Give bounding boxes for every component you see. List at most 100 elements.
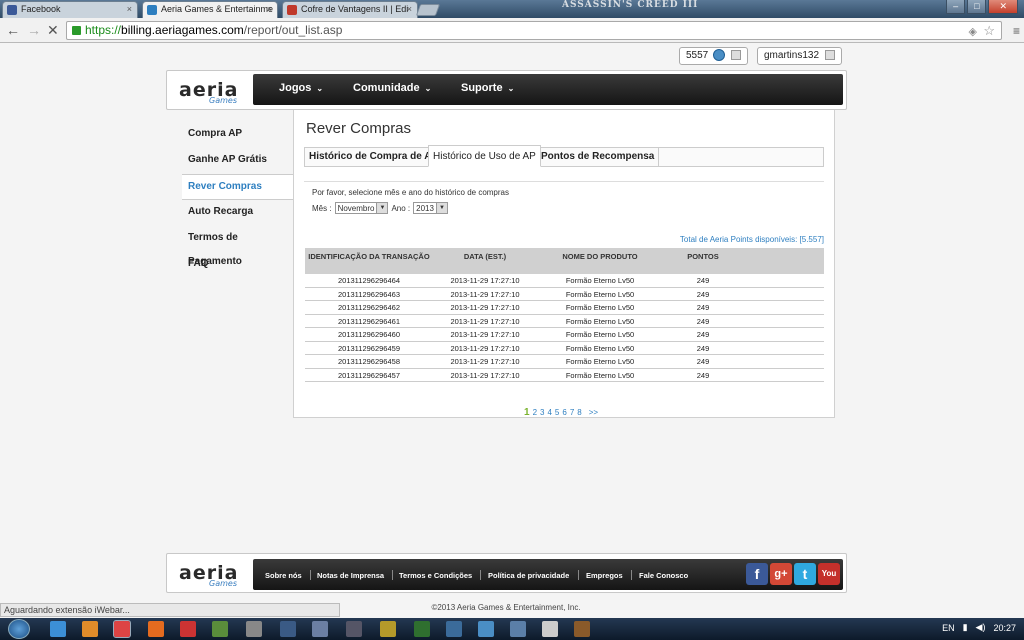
status-bar: Aguardando extensão iWebar...: [0, 603, 340, 617]
dropdown-icon[interactable]: [731, 50, 742, 61]
chevron-down-icon: ▼: [376, 203, 388, 213]
youtube-icon[interactable]: You: [818, 563, 840, 585]
facebook-icon: [7, 5, 17, 15]
page-link[interactable]: 3: [540, 408, 544, 417]
content-panel: Rever Compras Histórico de Compra de AP …: [293, 110, 835, 418]
taskbar: EN ▮ ◀) 20:27: [0, 618, 1024, 640]
instruction-text: Por favor, selecione mês e ano do histór…: [312, 188, 509, 197]
menu-icon[interactable]: ≡: [1013, 24, 1020, 38]
close-tab-icon[interactable]: ×: [267, 2, 272, 17]
app-icon[interactable]: [246, 621, 262, 637]
footer-link-termos[interactable]: Termos e Condições: [399, 571, 472, 580]
volume-icon[interactable]: ◀): [976, 622, 986, 633]
page-link[interactable]: 4: [547, 408, 551, 417]
stop-icon[interactable]: ✕: [47, 21, 59, 39]
nav-comunidade[interactable]: Comunidade ⌄: [353, 82, 431, 94]
shield-icon[interactable]: ◈: [969, 24, 977, 41]
app-icon[interactable]: [414, 621, 430, 637]
sidebar-item-compra-ap[interactable]: Compra AP: [182, 122, 294, 148]
tab-pontos-recompensa[interactable]: Pontos de Recompensa: [537, 148, 660, 167]
total-points: Total de Aeria Points disponíveis: [5.55…: [679, 235, 824, 244]
network-icon[interactable]: ▮: [963, 622, 968, 633]
table-cell: 249: [696, 357, 710, 366]
app-icon[interactable]: [180, 621, 196, 637]
sidebar-item-termos[interactable]: Termos de Pagamento: [182, 226, 294, 267]
footer-link-empregos[interactable]: Empregos: [586, 571, 623, 580]
app-icon[interactable]: [380, 621, 396, 637]
transactions-table: IDENTIFICAÇÃO DA TRANSAÇÃO DATA (EST.) N…: [305, 248, 824, 382]
app-icon[interactable]: [312, 621, 328, 637]
app-icon[interactable]: [542, 621, 558, 637]
tab-cofre[interactable]: Cofre de Vantagens II | Edi ×: [282, 1, 418, 18]
twitter-icon[interactable]: t: [794, 563, 816, 585]
start-button[interactable]: [8, 619, 30, 639]
app-icon[interactable]: [280, 621, 296, 637]
table-cell: 249: [696, 276, 710, 285]
table-body: 201311296296464 2013-11-29 17:27:10 Formão…: [305, 274, 824, 382]
table-cell: 249: [696, 289, 710, 299]
forward-icon[interactable]: →: [27, 21, 41, 39]
dropdown-icon[interactable]: [825, 50, 836, 61]
chrome-icon[interactable]: [113, 620, 131, 638]
tab-aeria[interactable]: Aeria Games & Entertainme ×: [142, 1, 278, 18]
footer-link-contato[interactable]: Fale Conosco: [639, 571, 688, 580]
app-icon[interactable]: [446, 621, 462, 637]
page-link[interactable]: 5: [555, 408, 559, 417]
table-row: 201311296296464 2013-11-29 17:27:10 Formão…: [305, 274, 824, 288]
address-bar[interactable]: https://billing.aeriagames.com/report/ou…: [66, 21, 1002, 40]
pagination: 1 2345678 >>: [524, 407, 598, 418]
minecraft-icon[interactable]: [212, 621, 228, 637]
media-icon[interactable]: [82, 621, 98, 637]
table-row: 201311296296461 2013-11-29 17:27:10 Formão…: [305, 315, 824, 328]
user-box[interactable]: gmartins132: [757, 47, 843, 65]
points-box[interactable]: 5557: [679, 47, 749, 65]
firefox-icon[interactable]: [148, 621, 164, 637]
maximize-button[interactable]: □: [967, 0, 987, 14]
close-tab-icon[interactable]: ×: [407, 2, 412, 17]
table-cell: 2013-11-29 17:27:10: [450, 276, 520, 285]
clock[interactable]: 20:27: [993, 623, 1016, 633]
chevron-down-icon: ⌄: [424, 84, 432, 93]
ie-icon[interactable]: [50, 621, 66, 637]
app-icon[interactable]: [510, 621, 526, 637]
nav-suporte[interactable]: Suporte ⌄: [461, 82, 514, 94]
page-link[interactable]: 6: [562, 408, 566, 417]
tab-uso-ap[interactable]: Histórico de Uso de AP: [428, 145, 541, 167]
star-icon[interactable]: ☆: [983, 22, 995, 39]
lock-icon: [72, 26, 81, 35]
app-icon[interactable]: [478, 621, 494, 637]
table-cell: Formão Eterno Lv50: [565, 357, 635, 366]
sidebar-item-ganhe-ap[interactable]: Ganhe AP Grátis: [182, 148, 294, 174]
table-row: 201311296296462 2013-11-29 17:27:10 Formão…: [305, 301, 824, 315]
tab-facebook[interactable]: Facebook ×: [2, 1, 138, 18]
aeria-logo[interactable]: aeria Games: [179, 79, 238, 105]
page-link[interactable]: 8: [577, 408, 581, 417]
app-icon[interactable]: [346, 621, 362, 637]
page-link[interactable]: 2: [533, 408, 537, 417]
close-tab-icon[interactable]: ×: [127, 2, 132, 17]
nav-jogos[interactable]: Jogos ⌄: [279, 82, 323, 94]
table-cell: 201311296296457: [337, 370, 400, 380]
minimize-button[interactable]: –: [946, 0, 966, 14]
year-select[interactable]: 2013 ▼: [413, 202, 448, 214]
back-icon[interactable]: ←: [6, 21, 20, 39]
page-link[interactable]: 7: [570, 408, 574, 417]
sidebar-item-rever-compras[interactable]: Rever Compras: [182, 174, 294, 200]
sidebar-item-auto-recarga[interactable]: Auto Recarga: [182, 200, 294, 226]
table-cell: 2013-11-29 17:27:10: [450, 357, 520, 366]
google-plus-icon[interactable]: g+: [770, 563, 792, 585]
window-controls: – □ ✕: [946, 0, 1018, 14]
table-cell: 201311296296463: [337, 289, 400, 299]
facebook-icon[interactable]: f: [746, 563, 768, 585]
month-select[interactable]: Novembro ▼: [334, 202, 389, 214]
app-icon[interactable]: [574, 621, 590, 637]
footer-link-privacidade[interactable]: Política de privacidade: [488, 571, 569, 580]
page-next[interactable]: >>: [589, 408, 598, 417]
language-indicator[interactable]: EN: [942, 623, 955, 633]
aeria-logo-footer[interactable]: aeria Games: [179, 562, 238, 588]
footer-link-sobre[interactable]: Sobre nós: [265, 571, 302, 580]
tab-compra-ap[interactable]: Histórico de Compra de AP: [305, 148, 444, 167]
close-window-button[interactable]: ✕: [988, 0, 1018, 14]
new-tab-button[interactable]: [415, 4, 441, 16]
footer-link-imprensa[interactable]: Notas de Imprensa: [317, 571, 384, 580]
